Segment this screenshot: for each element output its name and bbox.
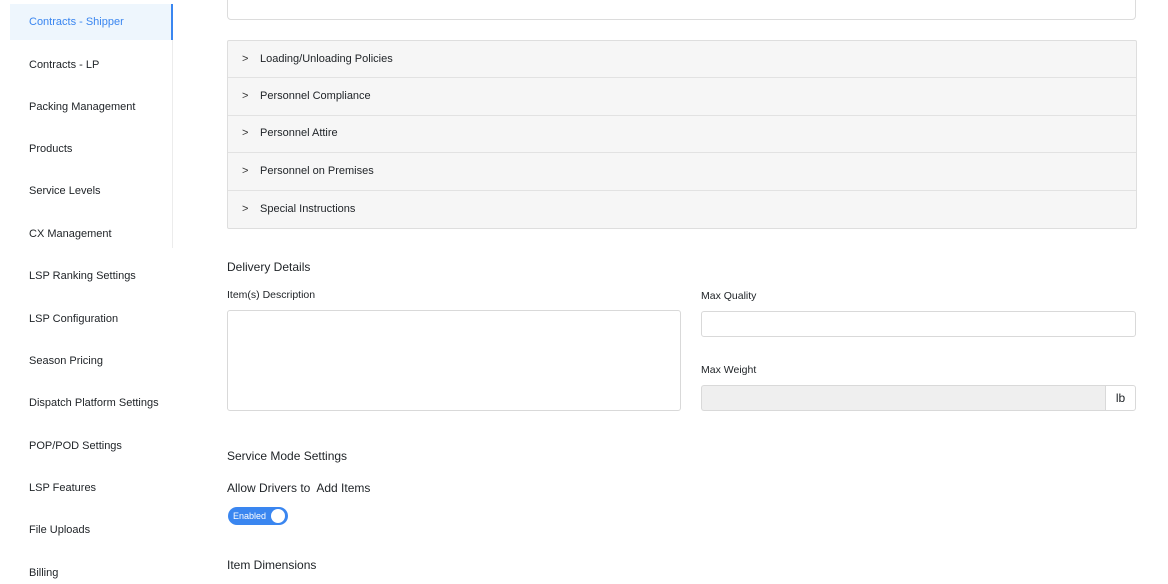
sidebar-item-products[interactable]: Products [10,131,173,167]
accordion-item-label: Personnel on Premises [260,164,374,177]
page: Contracts - Shipper Contracts - LP Packi… [0,0,1168,584]
delivery-details-title: Delivery Details [227,260,311,274]
sidebar-item-file-uploads[interactable]: File Uploads [10,512,173,548]
accordion-item-personnel-attire[interactable]: > Personnel Attire [228,116,1136,154]
sidebar-item-lsp-features[interactable]: LSP Features [10,470,173,506]
weight-unit-addon: lb [1105,385,1136,411]
sidebar-item-dispatch-platform-settings[interactable]: Dispatch Platform Settings [10,385,173,421]
sidebar-item-pop-pod-settings[interactable]: POP/POD Settings [10,428,173,464]
accordion-item-personnel-compliance[interactable]: > Personnel Compliance [228,78,1136,116]
accordion-item-label: Personnel Compliance [260,90,371,103]
accordion-item-special-instructions[interactable]: > Special Instructions [228,191,1136,228]
accordion-item-personnel-on-premises[interactable]: > Personnel on Premises [228,153,1136,191]
chevron-right-icon: > [242,52,249,65]
sidebar-item-service-levels[interactable]: Service Levels [10,173,173,209]
max-quality-label: Max Quality [701,290,757,302]
toggle-knob [271,509,285,523]
allow-drivers-toggle[interactable]: Enabled [228,507,288,525]
max-weight-label: Max Weight [701,364,757,376]
chevron-right-icon: > [242,164,249,177]
sidebar-item-packing-management[interactable]: Packing Management [10,89,173,125]
sidebar-item-season-pricing[interactable]: Season Pricing [10,343,173,379]
sidebar-item-lsp-configuration[interactable]: LSP Configuration [10,301,173,337]
accordion-item-label: Loading/Unloading Policies [260,52,393,65]
sidebar-item-contracts-shipper[interactable]: Contracts - Shipper [10,4,173,40]
item-description-label: Item(s) Description [227,289,316,301]
max-weight-input[interactable] [701,385,1105,411]
chevron-right-icon: > [242,90,249,103]
item-description-textarea[interactable] [227,310,681,411]
chevron-right-icon: > [242,127,249,140]
sidebar-item-billing[interactable]: Billing [10,555,173,584]
chevron-right-icon: > [242,202,249,215]
sidebar-item-lsp-ranking-settings[interactable]: LSP Ranking Settings [10,258,173,294]
allow-drivers-add-items-label: Allow Drivers to Add Items [227,481,371,495]
toggle-label: Enabled [233,511,267,521]
sidebar-item-contracts-lp[interactable]: Contracts - LP [10,47,173,83]
accordion-item-label: Special Instructions [260,202,356,215]
policies-accordion: > Loading/Unloading Policies > Personnel… [227,40,1137,229]
accordion-item-loading-unloading-policies[interactable]: > Loading/Unloading Policies [228,41,1136,79]
item-dimensions-title: Item Dimensions [227,558,317,572]
service-mode-settings-title: Service Mode Settings [227,449,348,463]
accordion-item-label: Personnel Attire [260,127,338,140]
sidebar: Contracts - Shipper Contracts - LP Packi… [0,0,200,584]
top-field[interactable] [227,0,1136,20]
sidebar-item-cx-management[interactable]: CX Management [10,216,173,252]
max-quality-input[interactable] [701,311,1136,337]
max-weight-group: lb [701,385,1136,411]
